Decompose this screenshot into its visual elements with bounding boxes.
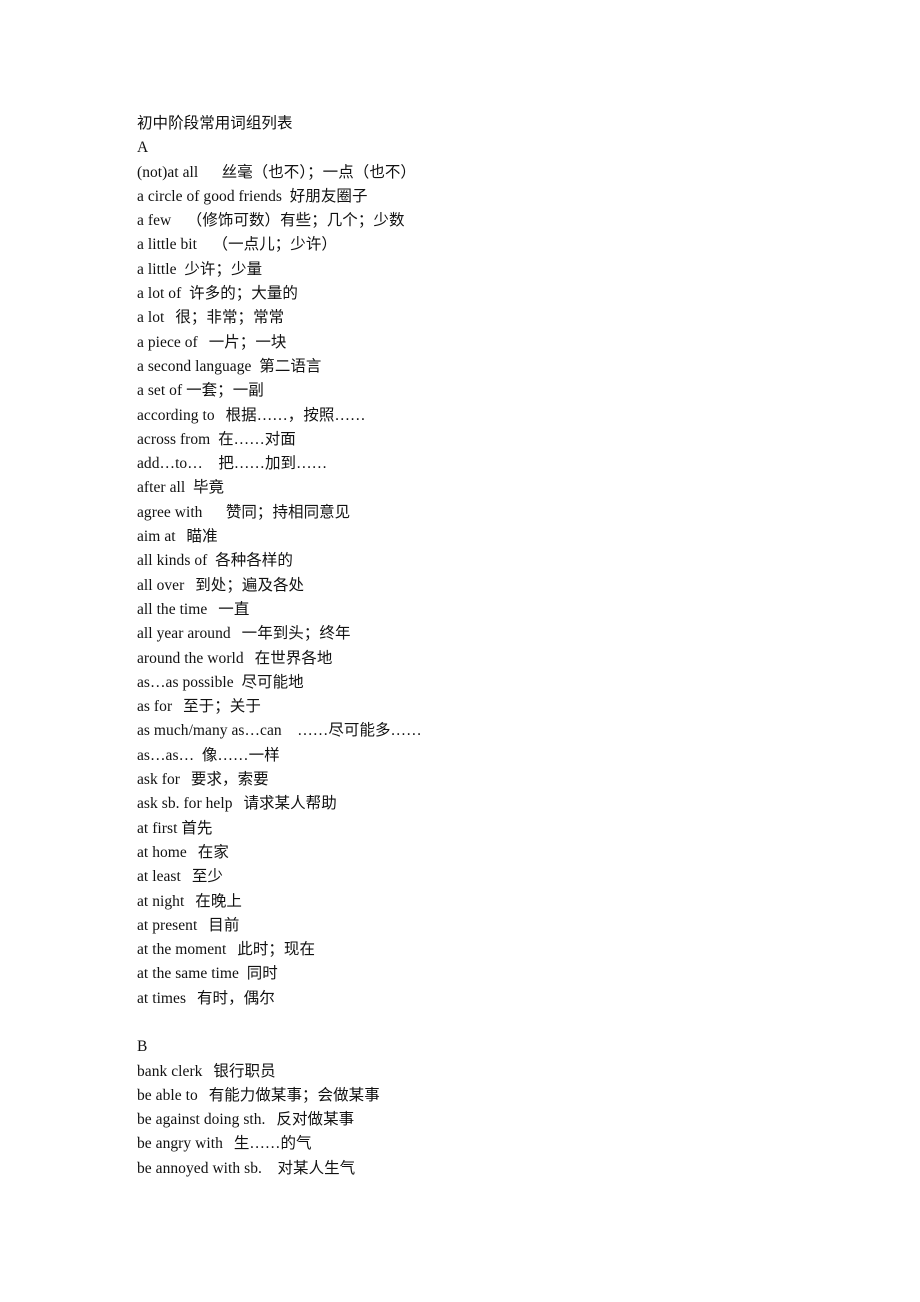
phrase-entry: as…as possible 尽可能地 <box>137 673 304 691</box>
phrase-entry: at the same time 同时 <box>137 965 278 983</box>
phrase-entry: as much/many as…can ……尽可能多…… <box>137 722 422 740</box>
phrase-entry: as…as… 像……一样 <box>137 746 280 764</box>
phrase-entry: at night 在晚上 <box>137 892 242 910</box>
phrase-entry: all over 到处；遍及各处 <box>137 576 305 594</box>
document-text-body: 初中阶段常用词组列表 A (not)at all 丝毫（也不）；一点（也不） a ci… <box>137 112 837 1181</box>
phrase-entry: at least 至少 <box>137 868 223 886</box>
section-letter-heading: A <box>137 139 149 157</box>
phrase-entry: at present 目前 <box>137 916 240 934</box>
phrase-entry: be able to 有能力做某事；会做某事 <box>137 1086 380 1104</box>
phrase-entry: be against doing sth. 反对做某事 <box>137 1111 355 1129</box>
phrase-entry: across from 在……对面 <box>137 430 296 448</box>
phrase-entry: a little bit （一点儿；少许） <box>137 236 337 254</box>
section-letter-heading: B <box>137 1038 148 1056</box>
phrase-entry: at home 在家 <box>137 843 229 861</box>
phrase-entry: bank clerk 银行职员 <box>137 1062 276 1080</box>
phrase-entry: a circle of good friends 好朋友圈子 <box>137 187 368 205</box>
phrase-entry: ask for 要求，索要 <box>137 771 269 789</box>
phrase-entry: at first 首先 <box>137 819 213 837</box>
phrase-entry: a piece of 一片；一块 <box>137 333 287 351</box>
phrase-entry: all the time 一直 <box>137 600 250 618</box>
document-title: 初中阶段常用词组列表 <box>137 115 293 132</box>
phrase-entry: at the moment 此时；现在 <box>137 941 316 959</box>
phrase-entry: be angry with 生……的气 <box>137 1135 312 1153</box>
phrase-entry: a lot 很；非常；常常 <box>137 309 285 327</box>
phrase-entry: at times 有时，偶尔 <box>137 989 275 1007</box>
phrase-entry: around the world 在世界各地 <box>137 649 333 667</box>
phrase-entry: after all 毕竟 <box>137 479 225 497</box>
phrase-entry: add…to… 把……加到…… <box>137 455 328 473</box>
phrase-entry: according to 根据……，按照…… <box>137 406 366 424</box>
phrase-entry: a second language 第二语言 <box>137 357 322 375</box>
phrase-entry: all year around 一年到头；终年 <box>137 625 351 643</box>
phrase-entry: as for 至于；关于 <box>137 698 261 716</box>
phrase-entry: a little 少许；少量 <box>137 260 263 278</box>
phrase-entry: ask sb. for help 请求某人帮助 <box>137 795 337 813</box>
phrase-entry: all kinds of 各种各样的 <box>137 552 293 570</box>
phrase-entry: a few （修饰可数）有些；几个；少数 <box>137 212 405 230</box>
phrase-entry: be annoyed with sb. 对某人生气 <box>137 1159 356 1177</box>
phrase-entry: a lot of 许多的；大量的 <box>137 285 298 303</box>
phrase-entry: agree with 赞同；持相同意见 <box>137 503 351 521</box>
phrase-entry: a set of 一套；一副 <box>137 382 264 400</box>
phrase-entry: aim at 瞄准 <box>137 528 218 546</box>
document-page: 初中阶段常用词组列表 A (not)at all 丝毫（也不）；一点（也不） a ci… <box>0 0 920 1302</box>
phrase-entry: (not)at all 丝毫（也不）；一点（也不） <box>137 163 416 181</box>
